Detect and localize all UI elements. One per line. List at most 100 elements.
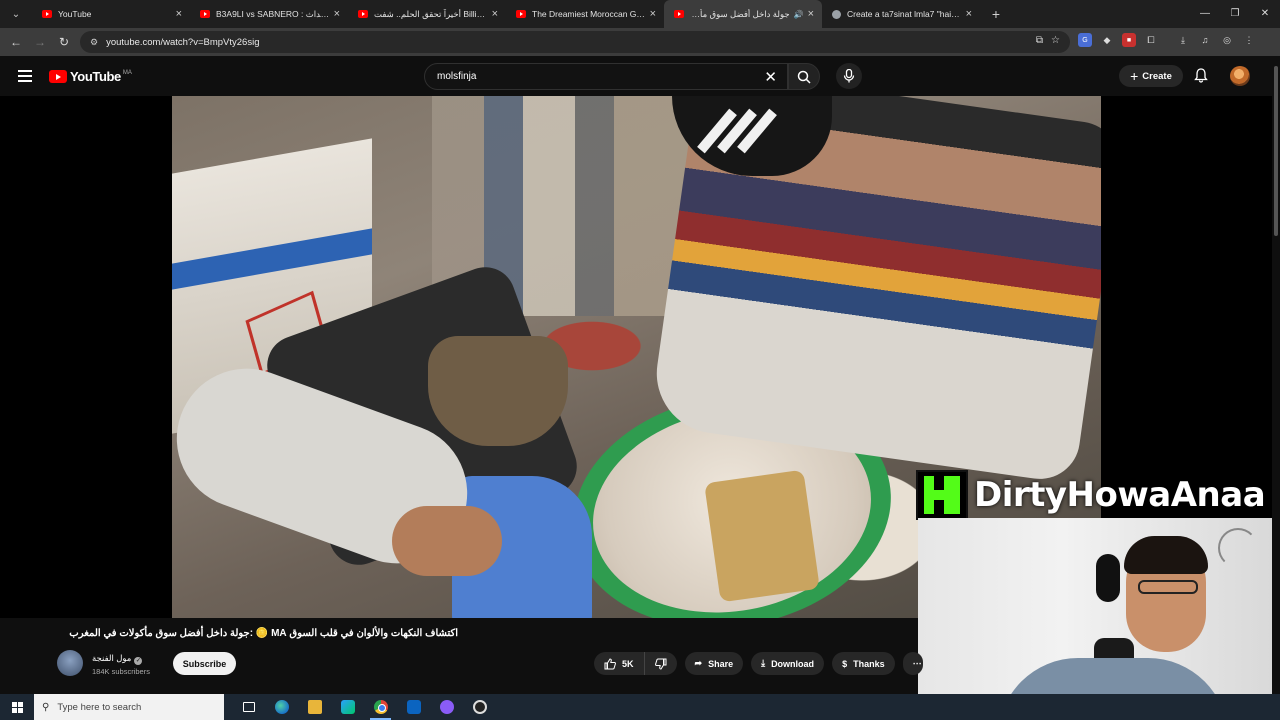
profile-icon[interactable]: ◎ [1220, 33, 1234, 47]
download-label: Download [771, 658, 815, 669]
tab-title: YouTube [58, 9, 92, 19]
clear-search-icon[interactable]: ✕ [764, 68, 777, 86]
tab-title: أخيراً تحقق الحلم.. شفت Billie Eilish [374, 8, 488, 19]
address-bar[interactable]: ⚙ youtube.com/watch?v=BmpVty26sig ⧉ ☆ [80, 31, 1070, 53]
browser-tab-active[interactable]: جولة داخل أفضل سوق مأكولا 🔊 × [664, 0, 822, 28]
subscriber-count: 184K subscribers [92, 667, 150, 676]
youtube-icon [42, 10, 52, 18]
country-code: MA [122, 69, 132, 76]
browser-tab[interactable]: YouTube × [32, 0, 190, 28]
task-view-button[interactable] [232, 694, 265, 720]
extension-red-icon[interactable]: ■ [1122, 33, 1136, 47]
tab-title: جولة داخل أفضل سوق مأكولا [690, 8, 790, 19]
start-button[interactable] [0, 701, 34, 713]
menu-dots-icon[interactable]: ⋮ [1242, 33, 1256, 47]
install-app-icon[interactable]: ⧉ [1036, 35, 1043, 46]
dislike-button[interactable] [645, 652, 677, 675]
subscribe-button[interactable]: Subscribe [173, 652, 236, 675]
edge-icon [274, 700, 289, 714]
translate-extension-icon[interactable]: G [1078, 33, 1092, 47]
taskbar-store[interactable] [331, 694, 364, 720]
youtube-header: YouTube MA molsfinja ✕ + Create [0, 56, 1280, 96]
share-button[interactable]: ➦ Share [684, 652, 744, 675]
like-button[interactable]: 5K [594, 652, 645, 675]
browser-tab-strip: ⌄ YouTube × B3A9LI vs SABNERO : ع للأحدا… [0, 0, 1280, 28]
youtube-icon [358, 10, 368, 18]
thanks-button[interactable]: $ Thanks [832, 652, 895, 675]
search-input[interactable]: molsfinja ✕ [424, 63, 788, 90]
taskbar-search-box[interactable]: ⚲ Type here to search [34, 694, 224, 720]
extensions-puzzle-icon[interactable]: ⧠ [1144, 33, 1158, 47]
restore-icon[interactable]: ❐ [1220, 0, 1250, 28]
windows-taskbar: ⚲ Type here to search [0, 694, 1280, 720]
download-icon[interactable]: ⤓ [1176, 33, 1190, 47]
new-tab-button[interactable]: + [986, 6, 1006, 22]
page-scrollbar[interactable] [1272, 56, 1280, 694]
search-icon [797, 70, 811, 84]
like-dislike-group: 5K [594, 652, 677, 675]
youtube-icon [200, 10, 210, 18]
close-tab-icon[interactable]: × [650, 8, 656, 20]
scrollbar-thumb[interactable] [1274, 66, 1278, 236]
channel-name-row[interactable]: مول الفنجة ✓ [92, 653, 143, 665]
channel-avatar[interactable] [57, 650, 83, 676]
close-tab-icon[interactable]: × [334, 8, 340, 20]
url-text: youtube.com/watch?v=BmpVty26sig [106, 36, 260, 48]
forward-icon[interactable]: → [28, 35, 52, 49]
folder-icon [307, 700, 322, 714]
taskbar-file-explorer[interactable] [298, 694, 331, 720]
tab-search-button[interactable]: ⌄ [6, 4, 26, 24]
youtube-logo-text: YouTube [70, 69, 121, 84]
outlook-icon [406, 700, 421, 714]
webcam-overlay: x13 [918, 518, 1280, 720]
youtube-logo[interactable]: YouTube MA [49, 69, 132, 84]
plus-icon: + [1130, 67, 1139, 84]
close-tab-icon[interactable]: × [808, 8, 814, 20]
browser-tab[interactable]: أخيراً تحقق الحلم.. شفت Billie Eilish × [348, 0, 506, 28]
close-window-icon[interactable]: ✕ [1250, 0, 1280, 28]
window-controls: — ❐ ✕ [1190, 0, 1280, 28]
tab-title: Create a ta7sinat lmla7 "haircu [847, 9, 962, 19]
browser-tab[interactable]: Create a ta7sinat lmla7 "haircu × [822, 0, 980, 28]
download-button[interactable]: ⤓ Download [751, 652, 825, 675]
bookmark-star-icon[interactable]: ☆ [1051, 35, 1060, 46]
chrome-icon [373, 700, 388, 714]
menu-hamburger-icon[interactable] [18, 70, 32, 82]
voice-search-button[interactable] [836, 63, 862, 89]
speaker-icon[interactable]: 🔊 [794, 10, 804, 19]
share-label: Share [708, 658, 734, 669]
extension-diamond-icon[interactable]: ◆ [1100, 33, 1114, 47]
back-icon[interactable]: ← [4, 35, 28, 49]
youtube-play-icon [49, 70, 67, 83]
site-info-icon[interactable]: ⚙ [90, 37, 98, 48]
browser-tab[interactable]: The Dreamiest Moroccan Gate × [506, 0, 664, 28]
close-tab-icon[interactable]: × [176, 8, 182, 20]
media-control-icon[interactable]: ♫ [1198, 33, 1212, 47]
taskbar-obs[interactable] [463, 694, 496, 720]
account-avatar[interactable] [1230, 66, 1250, 86]
reload-icon[interactable]: ↻ [52, 35, 76, 49]
task-view-icon [242, 702, 255, 712]
close-tab-icon[interactable]: × [492, 8, 498, 20]
streamer-name: DirtyHowaAnaa [974, 475, 1266, 515]
obs-icon [472, 700, 487, 714]
taskbar-discord[interactable] [430, 694, 463, 720]
close-tab-icon[interactable]: × [966, 8, 972, 20]
browser-tab[interactable]: B3A9LI vs SABNERO : ع للأحداث × [190, 0, 348, 28]
thumbs-down-icon [654, 658, 667, 670]
more-actions-button[interactable]: ⋯ [902, 652, 923, 675]
thanks-dollar-icon: $ [842, 658, 848, 669]
taskbar-chrome[interactable] [364, 694, 397, 720]
taskbar-edge[interactable] [265, 694, 298, 720]
kick-logo-icon [916, 470, 968, 520]
create-button[interactable]: + Create [1119, 65, 1183, 87]
taskbar-search-placeholder: Type here to search [57, 701, 142, 713]
search-button[interactable] [788, 63, 820, 90]
youtube-icon [516, 10, 526, 18]
taskbar-outlook[interactable] [397, 694, 430, 720]
video-actions: 5K ➦ Share ⤓ Download $ Thanks ⋯ [594, 652, 923, 675]
notifications-bell-icon[interactable] [1194, 68, 1208, 88]
search-input-value: molsfinja [437, 71, 477, 82]
minimize-icon[interactable]: — [1190, 0, 1220, 28]
youtube-icon [674, 10, 684, 18]
